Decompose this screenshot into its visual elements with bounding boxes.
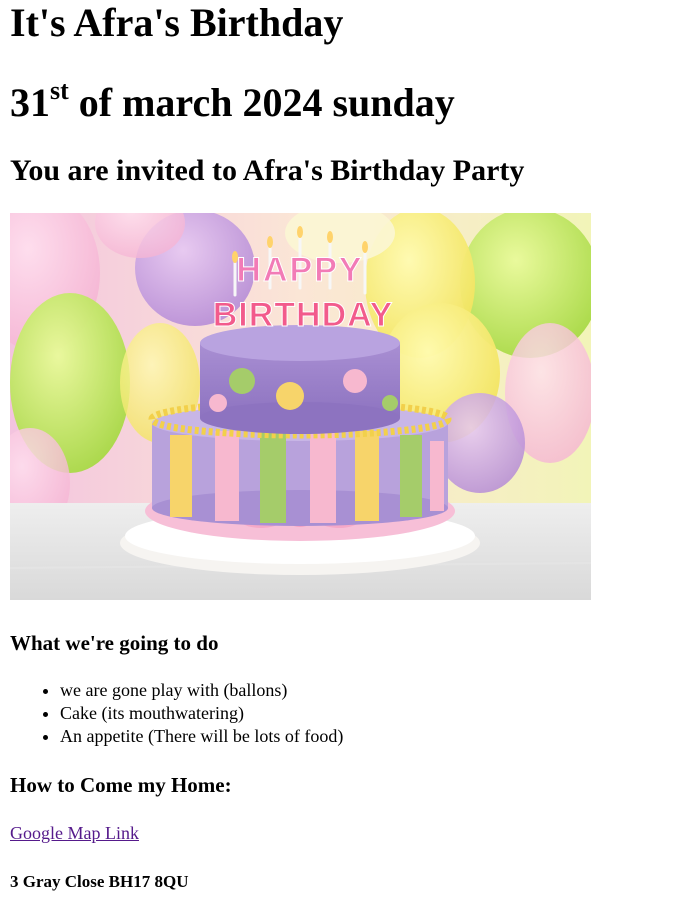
directions-heading: How to Come my Home: — [10, 773, 232, 797]
activities-list: we are gone play with (ballons) Cake (it… — [10, 679, 343, 748]
date-suffix: st — [50, 76, 69, 105]
invitation-heading: You are invited to Afra's Birthday Party — [10, 154, 525, 187]
page-title: It's Afra's Birthday — [10, 0, 344, 45]
date-rest: of march 2024 sunday — [68, 80, 455, 125]
cake-topper-birthday: BIRTHDAY — [213, 296, 394, 334]
list-item: An appetite (There will be lots of food) — [60, 725, 343, 748]
home-address: 3 Gray Close BH17 8QU — [10, 872, 189, 891]
birthday-cake-image: HAPPY BIRTHDAY — [10, 213, 591, 600]
party-date: 31st of march 2024 sunday — [10, 78, 455, 126]
list-item: we are gone play with (ballons) — [60, 679, 343, 702]
date-day: 31 — [10, 80, 50, 125]
activities-heading: What we're going to do — [10, 631, 219, 655]
list-item: Cake (its mouthwatering) — [60, 702, 343, 725]
cake-topper-happy: HAPPY — [236, 251, 363, 289]
google-map-link[interactable]: Google Map Link — [10, 822, 139, 845]
